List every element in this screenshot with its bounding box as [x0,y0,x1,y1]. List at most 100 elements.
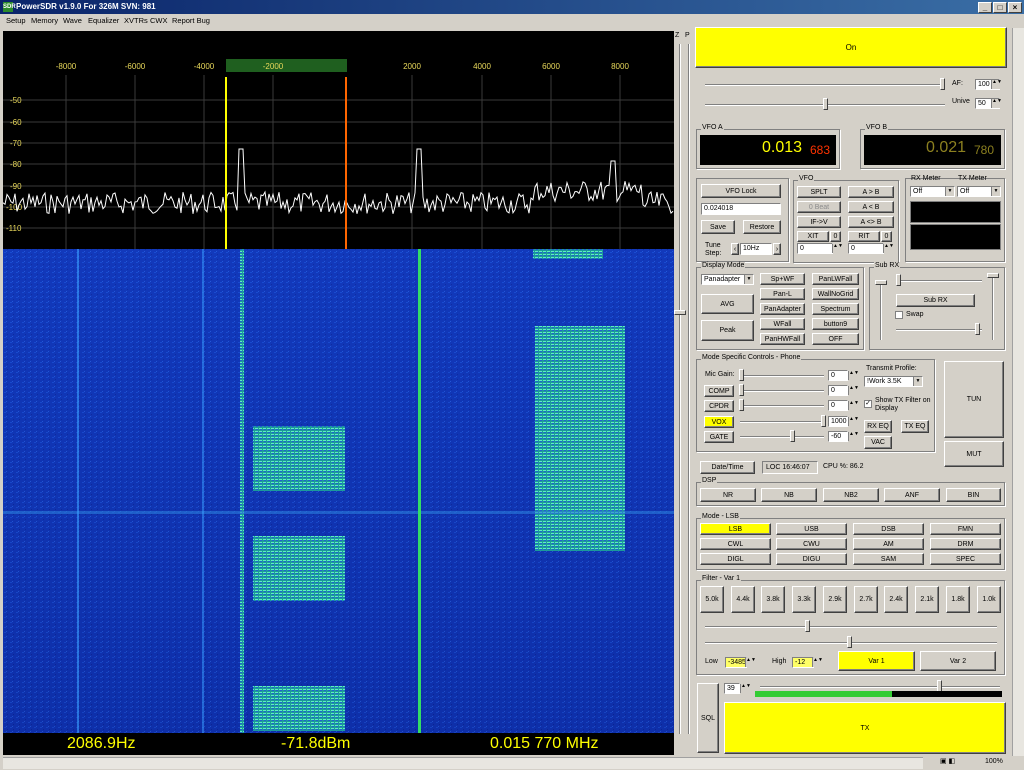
gate-button[interactable]: GATE [704,431,734,443]
display-mode-select[interactable]: Panadapter ▼ [701,274,754,285]
menu-setup[interactable]: Setup [6,16,26,25]
filter-1k0-button[interactable]: 1.0k [977,586,1001,613]
filter-2k9-button[interactable]: 2.9k [823,586,847,613]
sub-rx-vol-track[interactable] [896,280,982,282]
b-to-a-button[interactable]: A < B [848,201,894,213]
xit-zero-button[interactable]: 0 [830,231,841,242]
display-sp-wf-button[interactable]: Sp+WF [760,273,805,285]
cpdr-value[interactable]: 0 [828,400,848,411]
cpdr-thumb[interactable] [739,399,744,411]
display-wallnogrid-button[interactable]: WallNoGrid [812,288,859,300]
menu-report-bug[interactable]: Report Bug [172,16,210,25]
tune-step-up[interactable]: › [773,243,781,255]
if-to-v-button[interactable]: IF->V [797,216,841,228]
menu-memory[interactable]: Memory [31,16,58,25]
filter-5k0-button[interactable]: 5.0k [700,586,724,613]
tun-button[interactable]: TUN [944,361,1004,438]
menu-wave[interactable]: Wave [63,16,82,25]
filter-high-spin-icon[interactable]: ▲▼ [812,658,823,667]
zero-beat-button[interactable]: 0 Beat [797,201,841,213]
chevron-down-icon[interactable]: ▼ [991,187,1000,196]
mic-gain-thumb[interactable] [739,369,744,381]
restore-button[interactable]: Restore [743,220,781,234]
filter-4k4-button[interactable]: 4.4k [731,586,755,613]
filter-3k3-button[interactable]: 3.3k [792,586,816,613]
display-panhwfall-button[interactable]: PanHWFall [760,333,805,345]
anf-button[interactable]: ANF [884,488,940,502]
show-tx-filter-checkbox[interactable]: ✓ [864,400,872,408]
filter-high-value[interactable]: -12 [792,657,814,668]
xit-button[interactable]: XIT [797,231,829,242]
vox-track[interactable] [740,421,824,423]
tx-profile-select[interactable]: !Work 3.5K ▼ [864,376,923,387]
nb-button[interactable]: NB [761,488,817,502]
display-panadapter-button[interactable]: PanAdapter [760,303,805,315]
display-button9[interactable]: button9 [812,318,859,330]
maximize-icon[interactable]: □ [993,2,1007,13]
gate-thumb[interactable] [790,430,795,442]
rit-button[interactable]: RIT [848,231,880,242]
gate-track[interactable] [740,436,824,438]
filter-2k7-button[interactable]: 2.7k [854,586,878,613]
mode-cwu-button[interactable]: CWU [776,538,847,550]
tx-button[interactable]: TX [724,702,1006,754]
vox-spin-icon[interactable]: ▲▼ [848,417,859,426]
chevron-down-icon[interactable]: ▼ [945,187,954,196]
mode-usb-button[interactable]: USB [776,523,847,535]
filter-low-spin-icon[interactable]: ▲▼ [745,658,756,667]
sub-rx-gain-thumb[interactable] [987,273,999,278]
filter-shift-thumb[interactable] [805,620,810,632]
xit-spin-icon[interactable]: ▲▼ [832,244,843,253]
filter-2k4-button[interactable]: 2.4k [884,586,908,613]
panadapter-display[interactable]: -8000 -6000 -4000 -2000 2000 4000 6000 8… [2,31,674,735]
swap-ab-button[interactable]: A <> B [848,216,894,228]
rx-meter-select[interactable]: Off ▼ [910,186,955,197]
menu-xvtrs[interactable]: XVTRs [124,16,148,25]
comp-value[interactable]: 0 [828,385,848,396]
mode-digl-button[interactable]: DIGL [700,553,771,565]
comp-thumb[interactable] [739,384,744,396]
vox-thumb[interactable] [821,415,826,427]
vac-button[interactable]: VAC [864,436,892,449]
rx-eq-button[interactable]: RX EQ [864,420,892,433]
tune-step-value[interactable]: 10Hz [740,243,772,255]
tune-step-down[interactable]: ‹ [731,243,739,255]
menu-cwx[interactable]: CWX [150,16,168,25]
mode-lsb-button[interactable]: LSB [700,523,771,535]
squelch-spin-icon[interactable]: ▲▼ [740,684,751,693]
af-slider-track[interactable] [705,84,945,86]
spectrum-waterfall[interactable]: -8000 -6000 -4000 -2000 2000 4000 6000 8… [2,31,674,735]
mic-gain-value[interactable]: 0 [828,370,848,381]
tx-meter-select[interactable]: Off ▼ [957,186,1001,197]
chevron-down-icon[interactable]: ▼ [913,377,922,386]
mode-digu-button[interactable]: DIGU [776,553,847,565]
filter-1k8-button[interactable]: 1.8k [946,586,970,613]
nb2-button[interactable]: NB2 [823,488,879,502]
cpdr-button[interactable]: CPDR [704,400,734,412]
squelch-track[interactable] [760,686,1000,688]
var1-button[interactable]: Var 1 [838,651,915,671]
save-button[interactable]: Save [701,220,735,234]
sub-rx-vol-thumb[interactable] [896,274,901,286]
sub-rx-pan2-thumb[interactable] [975,323,980,335]
tx-eq-button[interactable]: TX EQ [901,420,929,433]
af-spin-icon[interactable]: ▲▼ [991,80,1002,89]
zoom-slider-thumb[interactable] [674,310,686,315]
mode-am-button[interactable]: AM [853,538,924,550]
mode-dsb-button[interactable]: DSB [853,523,924,535]
mic-gain-spin-icon[interactable]: ▲▼ [848,371,859,380]
squelch-value[interactable]: 39 [724,683,740,694]
split-button[interactable]: SPLT [797,186,841,198]
zoom-slider-track[interactable] [679,44,681,734]
a-to-b-button[interactable]: A > B [848,186,894,198]
vox-button[interactable]: VOX [704,416,734,428]
comp-spin-icon[interactable]: ▲▼ [848,386,859,395]
xit-value[interactable]: 0 [797,243,833,254]
minimize-icon[interactable]: _ [978,2,992,13]
peak-button[interactable]: Peak [701,320,754,341]
display-panlwfall-button[interactable]: PanLWFall [812,273,859,285]
sub-rx-pan2-track[interactable] [896,329,982,331]
comp-button[interactable]: COMP [704,385,734,397]
filter-low-value[interactable]: -3485 [725,657,747,668]
rit-value[interactable]: 0 [848,243,884,254]
